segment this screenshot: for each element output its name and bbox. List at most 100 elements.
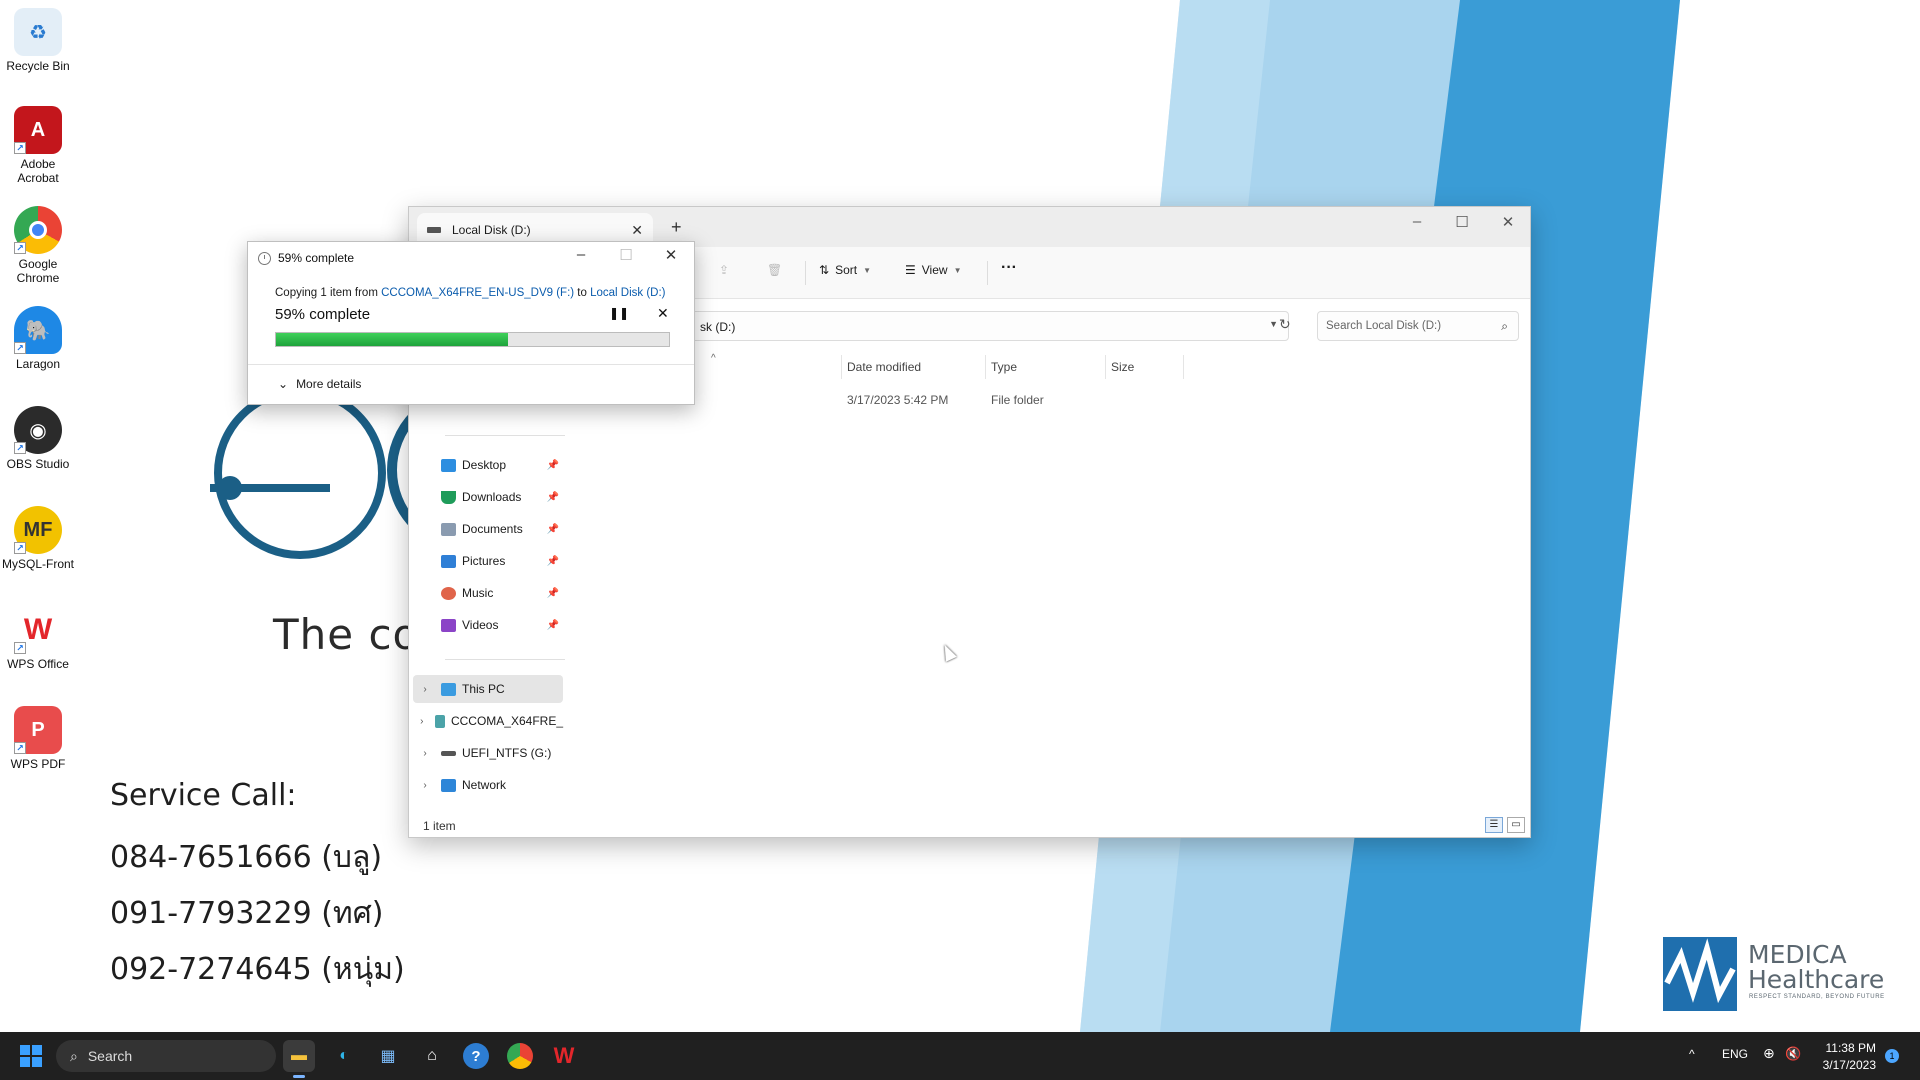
nav-label: This PC [462,682,505,696]
search-icon: ⌕ [1501,319,1508,333]
nav-item-desktop[interactable]: Desktop 📌 [413,451,563,479]
service-phone-2: 091-7793229 (ทศ) [110,896,384,931]
column-date-modified[interactable]: Date modified [847,360,921,374]
search-icon: ⌕ [70,1047,78,1064]
taskbar-date[interactable]: 3/17/2023 [1814,1058,1876,1072]
tab-close-icon[interactable]: ✕ [631,222,643,239]
chevron-right-icon[interactable]: › [415,780,435,791]
chevron-right-icon[interactable]: › [415,748,435,759]
chrome-taskbar-icon[interactable] [507,1043,533,1069]
pictures-icon [441,554,456,568]
toolbar-divider [987,261,988,285]
desktop-icon-label: Adobe Acrobat [17,157,59,185]
dialog-minimize-button[interactable]: – [566,246,596,263]
pause-button[interactable]: ❚❚ [609,306,629,320]
downloads-icon [441,490,456,504]
row-date-modified[interactable]: 3/17/2023 5:42 PM [847,393,948,407]
desktop-icon-wps-pdf[interactable]: P ↗ WPS PDF [0,706,76,771]
desktop-icon-adobe-acrobat[interactable]: A ↗ Adobe Acrobat [0,106,76,185]
drive-icon [427,227,441,233]
chevron-down-icon[interactable]: ▼ [1269,319,1278,329]
destination-link[interactable]: Local Disk (D:) [590,287,665,299]
desktop-folder-icon [441,458,456,472]
desktop-icon-google-chrome[interactable]: ↗ Google Chrome [0,206,76,285]
desktop-icon-laragon[interactable]: 🐘 ↗ Laragon [0,306,76,371]
dialog-maximize-button: ☐ [619,247,633,264]
column-size[interactable]: Size [1111,360,1134,374]
wps-taskbar-icon[interactable]: W [548,1040,580,1072]
store-icon[interactable]: ▦ [372,1040,404,1072]
nav-item-uefi-ntfs[interactable]: › UEFI_NTFS (G:) [413,739,563,767]
desktop-icon-label: WPS PDF [10,757,66,771]
nav-item-this-pc[interactable]: › This PC [413,675,563,703]
nav-label: Music [462,586,494,600]
documents-icon [441,522,456,536]
chevron-right-icon[interactable]: › [415,716,429,727]
dialog-close-button[interactable]: ✕ [656,246,686,264]
tab-title: Local Disk (D:) [452,223,531,237]
tiles-view-icon[interactable]: ▭ [1507,817,1525,833]
desktop-icon-wps-office[interactable]: W ↗ WPS Office [0,606,76,671]
shortcut-arrow-icon: ↗ [14,242,26,254]
close-button[interactable]: ✕ [1493,213,1523,231]
network-icon [441,778,456,792]
service-call-title: Service Call: [110,778,297,813]
input-language[interactable]: ENG [1722,1047,1748,1061]
details-view-icon[interactable]: ☰ [1485,817,1503,833]
network-globe-icon[interactable]: ⊕ [1763,1045,1775,1062]
start-button[interactable] [20,1045,42,1067]
source-link[interactable]: CCCOMA_X64FRE_EN-US_DV9 (F:) [381,287,574,299]
help-icon[interactable]: ? [463,1043,489,1069]
nav-item-videos[interactable]: Videos 📌 [413,611,563,639]
edge-icon[interactable]: ◐ [328,1040,360,1072]
sort-label: Sort [835,263,858,277]
pin-icon: 📌 [546,459,559,471]
medica-mark-icon [1663,937,1737,1011]
sort-button[interactable]: ⇅ Sort ▼ [819,263,871,277]
nav-item-downloads[interactable]: Downloads 📌 [413,483,563,511]
new-tab-button[interactable]: + [671,217,682,238]
dialog-title: 59% complete [258,251,354,265]
more-options-button[interactable]: ··· [1001,259,1017,277]
chevron-right-icon[interactable]: › [415,684,435,695]
status-item-count: 1 item [423,819,456,833]
nav-item-music[interactable]: Music 📌 [413,579,563,607]
view-button[interactable]: ☰ View ▼ [905,263,961,277]
share-icon[interactable]: ⇪ [719,263,729,277]
volume-muted-icon[interactable]: 🔇 [1785,1046,1801,1062]
more-details-button[interactable]: ⌄ More details [278,377,361,391]
nav-label: Network [462,778,507,792]
dvd-drive-icon [434,714,445,728]
nav-item-cccoma-drive[interactable]: › CCCOMA_X64FRE_ [413,707,563,735]
pin-icon: 📌 [546,555,559,567]
file-explorer-taskbar-icon[interactable]: ▬ [283,1040,315,1072]
nav-item-pictures[interactable]: Pictures 📌 [413,547,563,575]
progress-bar [275,332,670,347]
shortcut-arrow-icon: ↗ [14,742,26,754]
copy-prefix: Copying 1 item from [275,287,382,299]
desktop-icon-obs-studio[interactable]: ◉ ↗ OBS Studio [0,406,76,471]
desktop-icon-label: MySQL-Front [1,557,74,571]
computer-icon [441,682,456,696]
notification-badge[interactable]: 1 [1885,1049,1899,1063]
search-input[interactable]: Search Local Disk (D:) ⌕ [1317,311,1519,341]
taskbar-search[interactable]: ⌕ Search [56,1040,276,1072]
drive-icon [441,750,456,756]
desktop-icon-recycle-bin[interactable]: ♻ Recycle Bin [0,8,76,73]
column-type[interactable]: Type [991,360,1017,374]
delete-icon[interactable]: 🗑 [767,263,782,277]
row-type[interactable]: File folder [991,393,1044,407]
nav-item-documents[interactable]: Documents 📌 [413,515,563,543]
refresh-icon[interactable]: ↻ [1279,316,1291,333]
show-hidden-icons[interactable]: ^ [1689,1047,1695,1061]
nav-label: Videos [462,618,499,632]
hp-support-icon[interactable]: ⌂ [416,1040,448,1072]
address-bar[interactable]: sk (D:) ▼ [689,311,1289,341]
desktop-icon-mysql-front[interactable]: MF ↗ MySQL-Front [0,506,76,571]
cancel-copy-button[interactable]: ✕ [657,305,669,322]
taskbar-time[interactable]: 11:38 PM [1820,1041,1876,1055]
pin-icon: 📌 [546,587,559,599]
minimize-button[interactable]: – [1402,213,1432,230]
nav-item-network[interactable]: › Network [413,771,563,799]
maximize-button[interactable]: ☐ [1447,213,1477,231]
